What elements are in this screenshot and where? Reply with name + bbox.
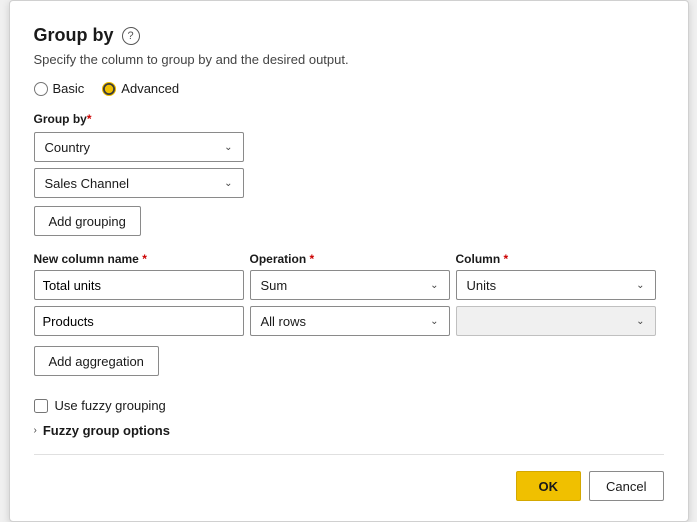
radio-advanced-input[interactable] (102, 82, 116, 96)
agg-op-text-1: Sum (261, 278, 288, 293)
radio-basic-input[interactable] (34, 82, 48, 96)
cancel-button[interactable]: Cancel (589, 471, 663, 501)
radio-group: Basic Advanced (34, 81, 664, 96)
agg-op-text-2: All rows (261, 314, 307, 329)
sales-channel-dropdown-text: Sales Channel (45, 176, 130, 191)
agg-col-chevron-1: ⌄ (636, 280, 644, 291)
aggregation-headers: New column name * Operation * Column * (34, 252, 664, 266)
agg-col-text-1: Units (467, 278, 497, 293)
agg-op-dropdown-1[interactable]: Sum ⌄ (250, 270, 450, 300)
radio-basic-label: Basic (53, 81, 85, 96)
country-chevron-icon: ⌄ (224, 142, 232, 153)
dialog-subtitle: Specify the column to group by and the d… (34, 52, 664, 67)
col-header-name: New column name * (34, 252, 244, 266)
col-header-col: Column * (456, 252, 509, 266)
ok-button[interactable]: OK (516, 471, 582, 501)
title-row: Group by ? (34, 25, 664, 46)
fuzzy-group-options-label: Fuzzy group options (43, 423, 170, 438)
use-fuzzy-grouping-label: Use fuzzy grouping (55, 398, 166, 413)
add-aggregation-button[interactable]: Add aggregation (34, 346, 159, 376)
agg-op-chevron-2: ⌄ (430, 316, 438, 327)
sales-channel-chevron-icon: ⌄ (224, 178, 232, 189)
group-by-dialog: Group by ? Specify the column to group b… (9, 0, 689, 522)
dialog-footer: OK Cancel (34, 454, 664, 501)
help-icon[interactable]: ? (122, 27, 140, 45)
sales-channel-dropdown[interactable]: Sales Channel ⌄ (34, 168, 244, 198)
agg-col-chevron-2: ⌄ (636, 316, 644, 327)
fuzzy-group-options-row[interactable]: › Fuzzy group options (34, 423, 664, 438)
use-fuzzy-grouping-checkbox[interactable] (34, 399, 48, 413)
agg-col-dropdown-1[interactable]: Units ⌄ (456, 270, 656, 300)
dialog-title: Group by (34, 25, 114, 46)
agg-op-chevron-1: ⌄ (430, 280, 438, 291)
add-grouping-button[interactable]: Add grouping (34, 206, 141, 236)
agg-name-input-2[interactable] (34, 306, 244, 336)
fuzzy-group-chevron-icon: › (34, 425, 37, 436)
aggregation-row-2: All rows ⌄ ⌄ (34, 306, 664, 336)
fuzzy-grouping-row: Use fuzzy grouping (34, 398, 664, 413)
radio-advanced-label: Advanced (121, 81, 179, 96)
country-dropdown[interactable]: Country ⌄ (34, 132, 244, 162)
country-dropdown-text: Country (45, 140, 91, 155)
agg-name-input-1[interactable] (34, 270, 244, 300)
group-by-label: Group by* (34, 112, 664, 126)
group-by-section: Group by* Country ⌄ Sales Channel ⌄ (34, 112, 664, 198)
aggregation-row-1: Sum ⌄ Units ⌄ (34, 270, 664, 300)
agg-col-dropdown-2: ⌄ (456, 306, 656, 336)
radio-basic[interactable]: Basic (34, 81, 85, 96)
radio-advanced[interactable]: Advanced (102, 81, 179, 96)
col-header-op: Operation * (250, 252, 450, 266)
agg-op-dropdown-2[interactable]: All rows ⌄ (250, 306, 450, 336)
